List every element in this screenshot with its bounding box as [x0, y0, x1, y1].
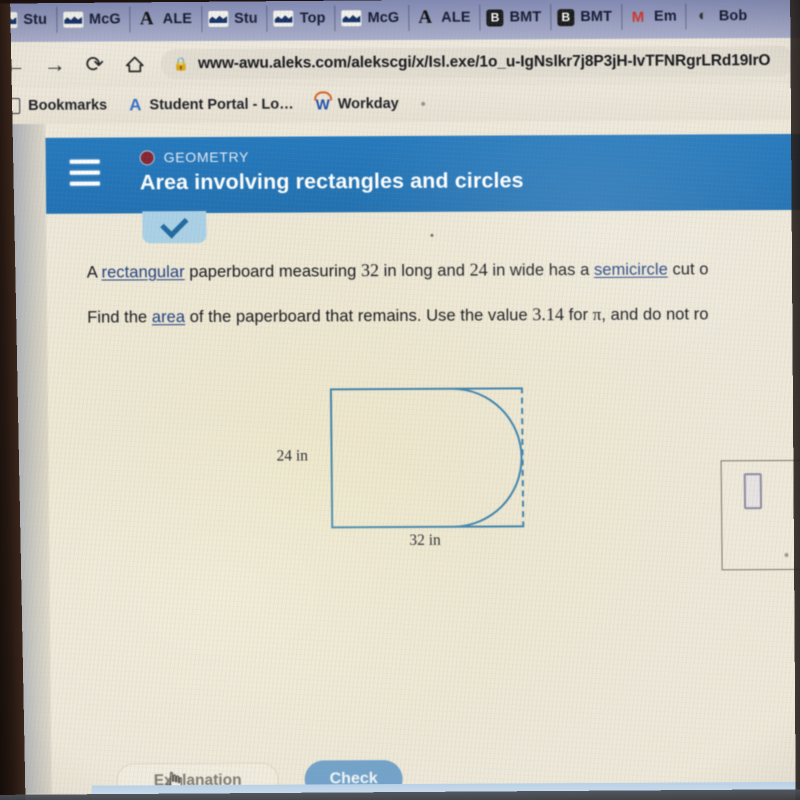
forward-arrow-icon[interactable]: →: [35, 45, 75, 85]
browser-tab[interactable]: B BMT: [479, 0, 550, 40]
browser-tab[interactable]: Top: [267, 0, 335, 41]
problem-statement-line-2: Find the area of the paperboard that rem…: [87, 303, 709, 327]
bookmarks-bar: Bookmarks A Student Portal - Lo… W Workd…: [0, 83, 800, 125]
browser-tab[interactable]: McG: [56, 0, 130, 42]
mcgraw-favicon: [207, 10, 229, 28]
page-viewport: GEOMETRY Area involving rectangles and c…: [0, 119, 800, 795]
pi-symbol: π: [592, 304, 602, 325]
browser-tab[interactable]: Stu: [201, 0, 267, 41]
chevron-down-icon: [160, 210, 189, 239]
text-fragment: paperboard measuring: [184, 262, 362, 282]
tab-label: Top: [299, 10, 326, 27]
glossary-link-semicircle[interactable]: semicircle: [594, 261, 668, 279]
home-icon[interactable]: [115, 44, 155, 84]
bm-favicon: B: [557, 8, 575, 26]
browser-toolbar: ← → ⟳ 🔒 www-awu.aleks.com/alekscgi/x/Isl…: [0, 37, 800, 89]
glossary-link-rectangular[interactable]: rectangular: [101, 263, 184, 281]
mcgraw-favicon: [62, 11, 84, 28]
screen-speck: [430, 233, 434, 237]
text-fragment: Find the: [87, 308, 152, 327]
tab-label: BMT: [509, 9, 542, 26]
bookmark-item-bookmarks[interactable]: Bookmarks: [1, 98, 107, 115]
photo-of-screen: Stu McG A ALE Stu Top McG A ALE B BMT B …: [0, 0, 800, 800]
mcgraw-favicon: [273, 10, 294, 27]
tab-label: McG: [367, 10, 400, 27]
answer-input-box[interactable]: [720, 459, 800, 571]
bookmark-label: Bookmarks: [28, 97, 108, 114]
globe-favicon: ◐: [697, 7, 708, 25]
text-fragment: in long and: [378, 261, 470, 281]
figure-height-label: 24 in: [276, 447, 309, 465]
tab-label: BMT: [580, 8, 613, 26]
text-fragment: A: [86, 263, 102, 282]
text-fragment: for: [563, 306, 593, 325]
geometry-figure: 24 in 32 in: [276, 381, 542, 557]
reload-icon[interactable]: ⟳: [75, 45, 115, 85]
lock-icon: 🔒: [172, 56, 190, 72]
bookmark-item-workday[interactable]: W Workday: [316, 96, 399, 113]
bookmark-label: Student Portal - Lo…: [149, 96, 294, 114]
bookmark-item-student-portal[interactable]: A Student Portal - Lo…: [129, 95, 294, 116]
browser-tab[interactable]: McG: [334, 0, 408, 40]
tab-label: Bob: [718, 8, 748, 25]
topic-row: GEOMETRY: [139, 148, 250, 166]
figure-width-label: 32 in: [409, 531, 441, 549]
glossary-link-area[interactable]: area: [152, 308, 185, 326]
topic-label: GEOMETRY: [163, 148, 250, 166]
length-value: 32: [360, 260, 380, 281]
tab-label: Stu: [23, 11, 48, 28]
collapse-panel-button[interactable]: [142, 210, 207, 244]
text-caret: [743, 473, 763, 510]
url-text: www-awu.aleks.com/alekscgi/x/Isl.exe/1o_…: [197, 52, 771, 73]
page-title: Area involving rectangles and circles: [139, 168, 524, 195]
text-fragment: , and do not ro: [601, 305, 709, 324]
overflow-dot: [420, 101, 425, 106]
tab-label: McG: [88, 11, 121, 28]
gmail-favicon: M: [631, 8, 645, 26]
topic-status-dot: [139, 149, 155, 165]
aleks-favicon: A: [418, 6, 433, 28]
tab-label: Em: [653, 8, 677, 25]
screen-speck: [784, 552, 789, 557]
browser-tab[interactable]: M Em: [621, 0, 686, 39]
hamburger-menu-icon[interactable]: [69, 159, 100, 186]
browser-tab[interactable]: ◐ Bob: [686, 0, 757, 39]
aleks-a-icon: A: [129, 95, 142, 115]
problem-content: A rectangular paperboard measuring 32 in…: [40, 210, 800, 794]
browser-tab[interactable]: A ALE: [408, 0, 480, 40]
problem-statement-line-1: A rectangular paperboard measuring 32 in…: [87, 258, 709, 282]
text-fragment: cut o: [667, 260, 709, 279]
monitor-screen: Stu McG A ALE Stu Top McG A ALE B BMT B …: [0, 0, 800, 800]
text-fragment: in wide has a: [487, 260, 595, 280]
text-fragment: of the paperboard that remains. Use the …: [185, 306, 533, 327]
tab-label: ALE: [441, 9, 471, 26]
bookmark-label: Workday: [337, 96, 399, 113]
address-bar[interactable]: 🔒 www-awu.aleks.com/alekscgi/x/Isl.exe/1…: [160, 45, 795, 80]
tab-label: Stu: [233, 10, 258, 27]
mcgraw-favicon: [341, 10, 362, 27]
pi-value: 3.14: [532, 304, 565, 325]
browser-tab-strip: Stu McG A ALE Stu Top McG A ALE B BMT B …: [0, 0, 800, 43]
aleks-favicon: A: [139, 8, 154, 30]
browser-tab[interactable]: B BMT: [550, 0, 621, 39]
width-value: 24: [469, 259, 488, 280]
bm-favicon: B: [486, 8, 504, 27]
browser-tab[interactable]: A ALE: [130, 0, 202, 41]
tab-label: ALE: [162, 11, 193, 28]
aleks-header: GEOMETRY Area involving rectangles and c…: [39, 133, 800, 214]
workday-icon: W: [315, 95, 330, 113]
